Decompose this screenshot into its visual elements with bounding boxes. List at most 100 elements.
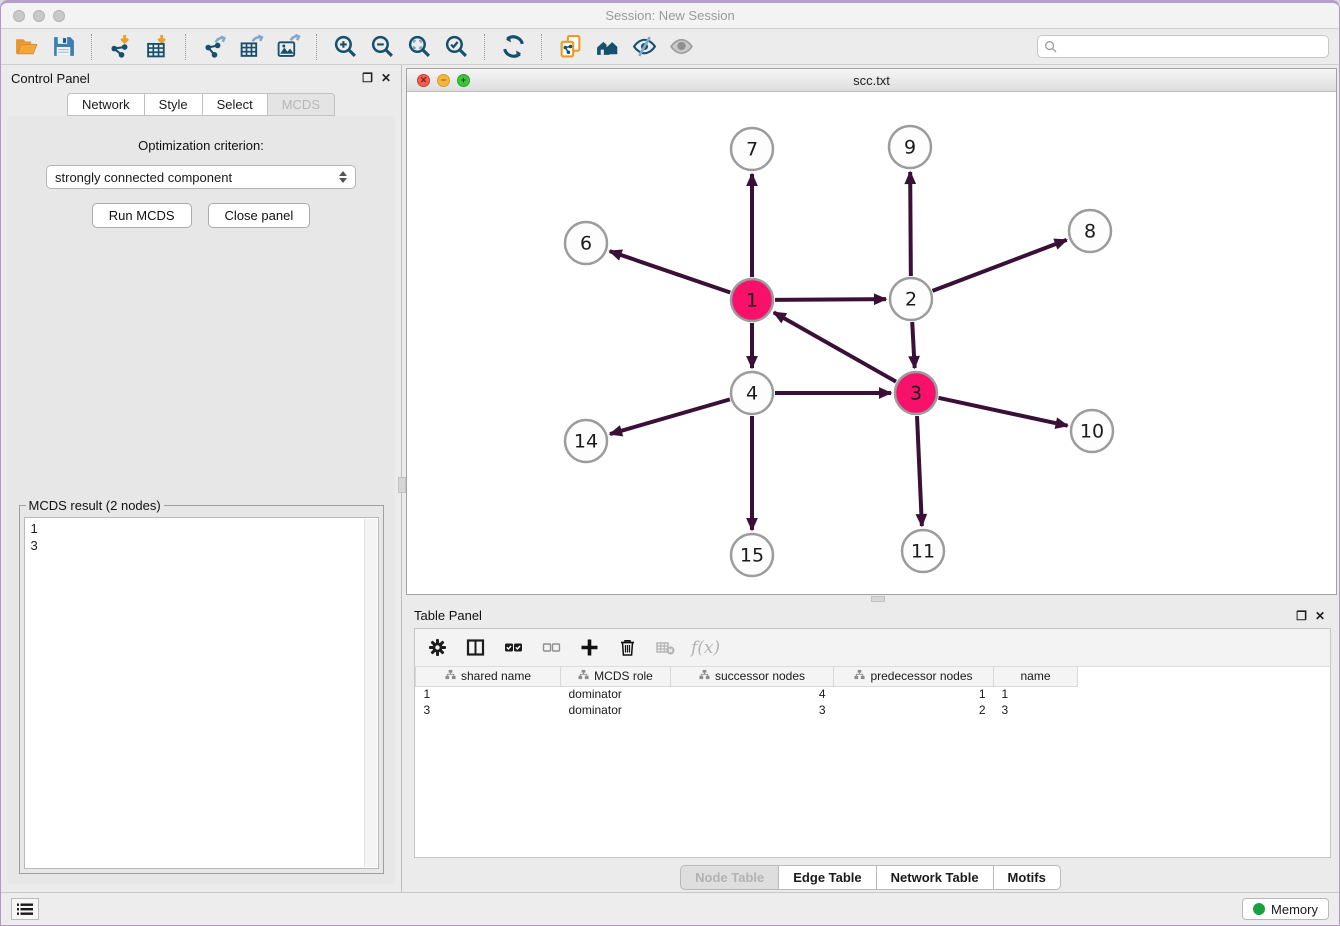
table-cell[interactable]: 3 [671,702,834,718]
table-cell[interactable]: 4 [671,686,834,702]
apply-layout-icon[interactable] [498,33,528,61]
window-title: Session: New Session [1,8,1339,23]
zoom-selected-icon[interactable] [441,33,471,61]
node-label-9: 9 [904,137,916,159]
settings-icon[interactable] [425,636,449,660]
tab-node-table[interactable]: Node Table [680,865,779,890]
column-header-shared-name[interactable]: shared name [416,667,561,686]
tab-style[interactable]: Style [145,93,203,116]
column-label: MCDS role [594,669,653,683]
search-input[interactable] [1061,40,1322,54]
first-neighbors-icon[interactable] [592,33,622,61]
tab-edge-table[interactable]: Edge Table [779,865,876,890]
mcds-result-text[interactable]: 1 3 [24,517,379,869]
table-cell[interactable]: 3 [416,702,561,718]
table-cell[interactable]: 1 [994,686,1078,702]
edge-3-1[interactable] [774,312,896,381]
network-window-title: scc.txt [407,73,1336,88]
node-label-8: 8 [1084,221,1096,243]
close-panel-icon[interactable]: ✕ [381,72,391,84]
tab-motifs[interactable]: Motifs [994,865,1061,890]
import-network-from-file-icon[interactable] [105,33,135,61]
search-box[interactable] [1037,35,1329,58]
table-row[interactable]: 3dominator323 [416,702,1078,718]
node-label-6: 6 [580,233,592,255]
titlebar: Session: New Session [1,3,1339,29]
tab-network[interactable]: Network [67,93,145,116]
edge-3-10[interactable] [938,398,1067,426]
selected-option: strongly connected component [55,170,232,185]
task-history-button[interactable] [11,898,39,920]
column-tree-icon [445,669,456,683]
column-label: shared name [461,669,531,683]
float-table-panel-icon[interactable]: ❒ [1296,610,1307,622]
table-panel: Table Panel ❒ ✕ [402,603,1339,892]
zoom-fit-icon[interactable] [404,33,434,61]
edge-2-8[interactable] [933,240,1067,291]
table-cell[interactable]: 1 [416,686,561,702]
column-label: name [1020,669,1050,683]
select-chevrons-icon [339,171,347,183]
table-cell[interactable]: 2 [834,702,994,718]
open-session-icon[interactable] [11,33,41,61]
toolbar-separator [91,34,92,60]
tab-select[interactable]: Select [203,93,268,116]
table-cell[interactable]: 3 [994,702,1078,718]
tab-mcds[interactable]: MCDS [268,93,335,116]
float-panel-icon[interactable]: ❒ [362,72,373,84]
splitter-grip[interactable] [871,596,885,602]
close-table-panel-icon[interactable]: ✕ [1315,610,1325,622]
memory-button[interactable]: Memory [1242,898,1329,920]
node-label-11: 11 [911,541,935,563]
export-table-icon[interactable] [236,33,266,61]
main-toolbar [1,29,1339,65]
table-cell[interactable]: dominator [561,686,671,702]
close-panel-button[interactable]: Close panel [208,203,311,228]
table-row[interactable]: 1dominator411 [416,686,1078,702]
edge-1-2[interactable] [775,299,886,300]
select-all-icon[interactable] [501,636,525,660]
zoom-in-icon[interactable] [330,33,360,61]
column-header-name[interactable]: name [994,667,1078,686]
hide-details-icon[interactable] [629,33,659,61]
toolbar-separator [484,34,485,60]
table-cell[interactable]: dominator [561,702,671,718]
network-canvas[interactable]: 7968124314101511 [407,92,1336,594]
edge-3-11[interactable] [917,416,922,526]
status-bar: Memory [1,892,1339,925]
optimization-criterion-label: Optimization criterion: [138,138,264,153]
column-header-MCDS-role[interactable]: MCDS role [561,667,671,686]
column-header-predecessor-nodes[interactable]: predecessor nodes [834,667,994,686]
node-label-3: 3 [910,383,922,405]
edge-4-14[interactable] [610,399,730,434]
control-panel-tabs: NetworkStyleSelectMCDS [1,93,401,116]
tab-network-table[interactable]: Network Table [877,865,994,890]
network-window-titlebar[interactable]: ✕ − + scc.txt [407,69,1336,92]
destroy-table-icon [653,636,677,660]
network-view-window: ✕ − + scc.txt 79681243141015 [406,68,1337,595]
horizontal-splitter[interactable] [402,595,1339,603]
delete-row-icon[interactable] [615,636,639,660]
edge-1-6[interactable] [610,251,731,292]
save-session-icon[interactable] [48,33,78,61]
export-network-icon[interactable] [199,33,229,61]
table-cell[interactable]: 1 [834,686,994,702]
node-table[interactable]: shared name MCDS role successor nodes prede… [415,667,1330,857]
panel-divider-grip[interactable] [398,477,406,493]
export-image-icon[interactable] [273,33,303,61]
deselect-all-icon[interactable] [539,636,563,660]
column-layout-icon[interactable] [463,636,487,660]
result-scrollbar[interactable] [364,519,377,867]
optimization-criterion-select[interactable]: strongly connected component [46,165,356,189]
column-header-successor-nodes[interactable]: successor nodes [671,667,834,686]
toolbar-separator [185,34,186,60]
column-tree-icon [578,669,589,683]
zoom-out-icon[interactable] [367,33,397,61]
column-label: successor nodes [715,669,805,683]
add-row-icon[interactable] [577,636,601,660]
run-mcds-button[interactable]: Run MCDS [92,203,192,228]
edge-2-9[interactable] [910,172,911,276]
duplicate-network-icon[interactable] [555,33,585,61]
edge-2-3[interactable] [912,322,914,368]
import-table-from-file-icon[interactable] [142,33,172,61]
